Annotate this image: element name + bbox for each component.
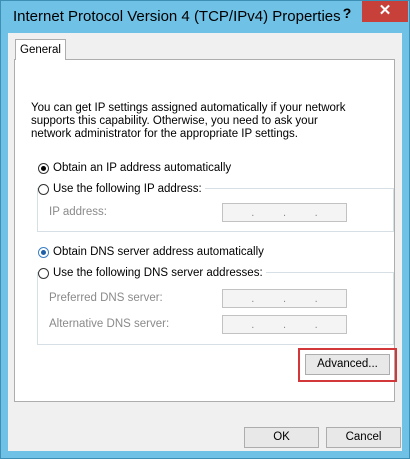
radio-obtain-ip-auto[interactable]: Obtain an IP address automatically <box>38 160 235 176</box>
alternative-dns-input[interactable]: ... <box>222 315 347 334</box>
radio-obtain-ip-auto-label: Obtain an IP address automatically <box>53 162 232 174</box>
window-title: Internet Protocol Version 4 (TCP/IPv4) P… <box>13 8 341 25</box>
close-button[interactable]: ✕ <box>362 1 408 22</box>
title-bar[interactable]: Internet Protocol Version 4 (TCP/IPv4) P… <box>1 1 409 33</box>
general-tab-panel: You can get IP settings assigned automat… <box>14 59 397 402</box>
intro-text: You can get IP settings assigned automat… <box>31 102 346 140</box>
radio-obtain-dns-auto-label: Obtain DNS server address automatically <box>53 246 264 258</box>
radio-use-ip-label: Use the following IP address: <box>53 183 202 195</box>
alternative-dns-label: Alternative DNS server: <box>49 318 170 330</box>
radio-use-ip[interactable]: Use the following IP address: <box>38 181 205 197</box>
radio-use-ip-indicator[interactable] <box>38 183 49 195</box>
cancel-button[interactable]: Cancel <box>326 427 401 448</box>
ok-button[interactable]: OK <box>244 427 319 448</box>
ip-address-label: IP address: <box>49 206 107 218</box>
help-icon: ? <box>342 5 352 21</box>
ip-address-input[interactable]: ... <box>222 203 347 222</box>
radio-use-dns[interactable]: Use the following DNS server addresses: <box>38 265 266 281</box>
help-button[interactable]: ? <box>334 3 360 23</box>
advanced-button[interactable]: Advanced... <box>305 354 390 375</box>
preferred-dns-label: Preferred DNS server: <box>49 292 163 304</box>
radio-obtain-dns-auto[interactable]: Obtain DNS server address automatically <box>38 244 267 260</box>
dialog-window: Internet Protocol Version 4 (TCP/IPv4) P… <box>0 0 410 459</box>
radio-obtain-ip-auto-indicator[interactable] <box>38 162 49 174</box>
radio-use-dns-label: Use the following DNS server addresses: <box>53 267 263 279</box>
close-icon: ✕ <box>378 2 392 19</box>
radio-use-dns-indicator[interactable] <box>38 267 49 279</box>
dns-server-group <box>37 272 394 345</box>
radio-obtain-dns-auto-indicator[interactable] <box>38 246 49 258</box>
dialog-client-area: General You can get IP settings assigned… <box>8 33 402 451</box>
preferred-dns-input[interactable]: ... <box>222 289 347 308</box>
tab-general[interactable]: General <box>15 39 66 60</box>
